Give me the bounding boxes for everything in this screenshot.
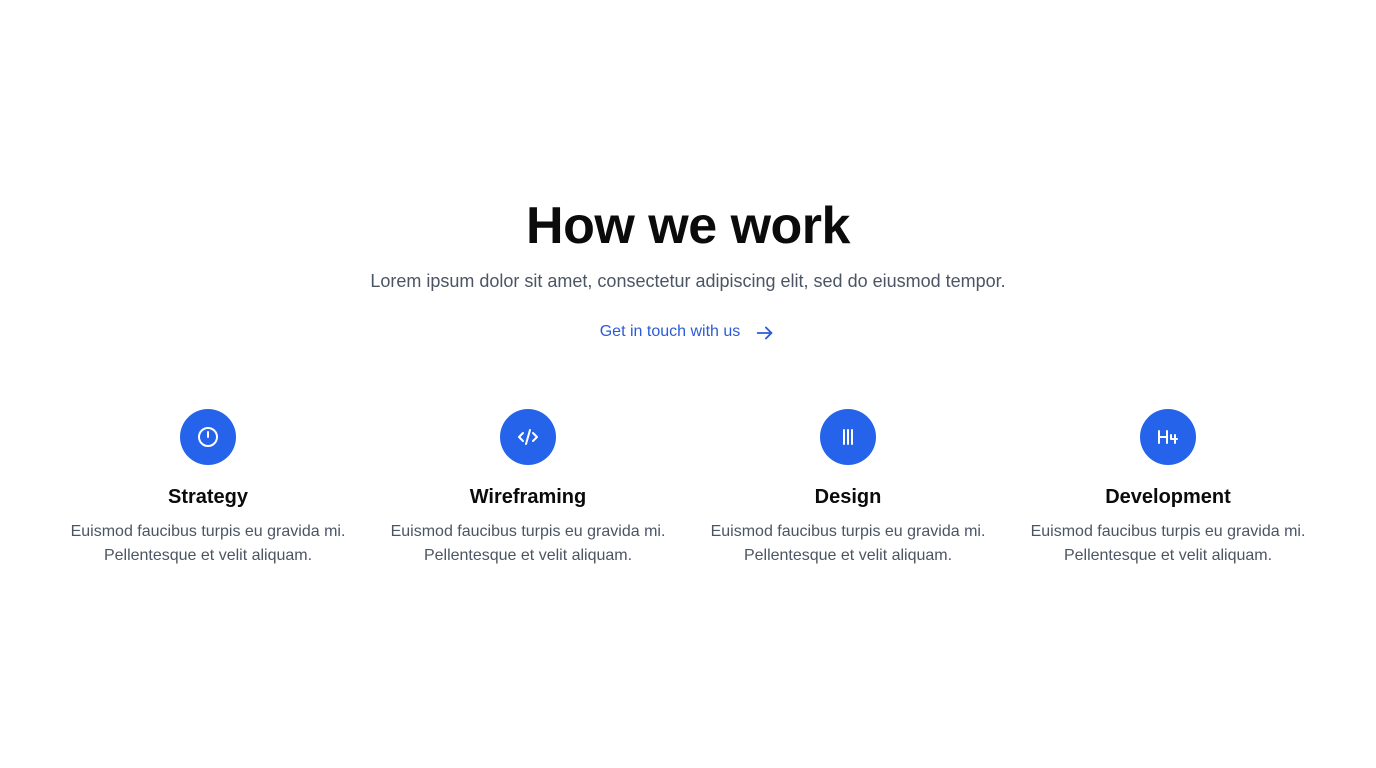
feature-development: Development Euismod faucibus turpis eu g… <box>1008 409 1328 568</box>
get-in-touch-link[interactable]: Get in touch with us <box>0 320 1376 344</box>
get-in-touch-label: Get in touch with us <box>599 323 741 340</box>
features-row: Strategy Euismod faucibus turpis eu grav… <box>48 409 1328 568</box>
feature-description: Euismod faucibus turpis eu gravida mi. P… <box>1030 523 1306 564</box>
feature-description: Euismod faucibus turpis eu gravida mi. P… <box>710 523 986 564</box>
feature-description: Euismod faucibus turpis eu gravida mi. P… <box>390 523 666 564</box>
arrow-right-icon <box>754 322 776 344</box>
code-icon <box>500 409 556 465</box>
feature-wireframing: Wireframing Euismod faucibus turpis eu g… <box>368 409 688 568</box>
feature-title: Strategy <box>167 486 249 508</box>
feature-title: Wireframing <box>469 486 587 508</box>
feature-design: Design Euismod faucibus turpis eu gravid… <box>688 409 1008 568</box>
columns-icon <box>820 409 876 465</box>
heading-h4-icon <box>1140 409 1196 465</box>
feature-description: Euismod faucibus turpis eu gravida mi. P… <box>70 523 346 564</box>
feature-strategy: Strategy Euismod faucibus turpis eu grav… <box>48 409 368 568</box>
section-title: How we work <box>526 197 850 255</box>
section-subtitle: Lorem ipsum dolor sit amet, consectetur … <box>370 271 1006 291</box>
how-we-work-section: How we work Lorem ipsum dolor sit amet, … <box>0 0 1376 768</box>
clock-icon <box>180 409 236 465</box>
feature-title: Design <box>814 486 882 508</box>
feature-title: Development <box>1105 486 1231 508</box>
